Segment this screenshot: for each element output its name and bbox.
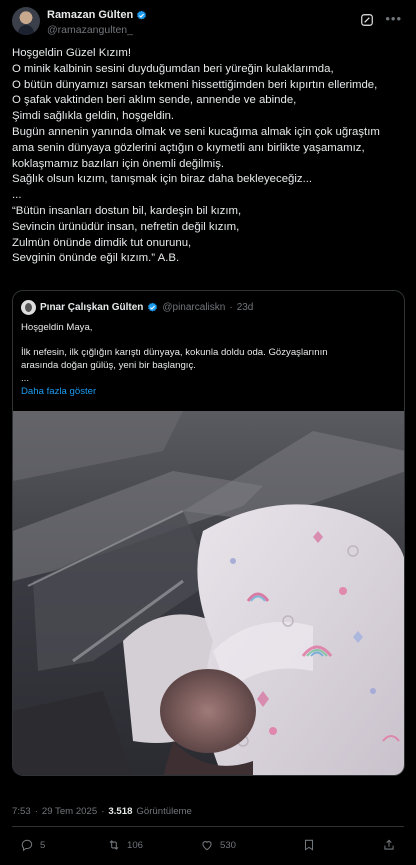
grok-icon[interactable] [360,13,374,27]
like-button[interactable]: 530 [200,838,236,852]
tweet-time[interactable]: 7:53 [12,806,31,817]
like-count: 530 [220,839,237,851]
tweet-line: Sağlık olsun kızım, tanışmak için biraz … [12,173,313,186]
bookmark-button[interactable] [302,838,316,852]
tweet-line: O minik kalbinin sesini duyduğumdan beri… [12,62,334,75]
repost-icon [109,840,119,850]
tweet-header: Ramazan Gülten @ramazangulten_ ••• [12,7,404,43]
reply-icon [21,839,33,852]
repost-count: 106 [127,839,144,851]
tweet-text: Hoşgeldin Güzel Kızım! O minik kalbinin … [12,46,406,267]
quoted-tweet-header: Pınar Çalışkan Gülten @pinarcaliskn · 23… [21,300,253,315]
divider [12,826,404,827]
tweet-line: Zulmün önünde dimdik tut onurunu, [12,236,192,249]
tweet-line: ama senin dünyaya gözlerini açtığın o kı… [12,141,365,154]
tweet-line: “Bütün insanları dostun bil, kardeşin bi… [12,204,242,217]
author-name-row: Ramazan Gülten [47,9,147,21]
tweet-line: O bütün dünyamızı sarsan tekmeni hissett… [12,78,378,91]
reply-count: 5 [40,839,46,851]
quoted-author-avatar [21,300,36,315]
tweet-date[interactable]: 29 Tem 2025 [42,806,97,817]
quoted-author-handle: @pinarcaliskn [162,302,226,313]
share-icon [384,839,394,850]
tweet-line: O şafak vaktinden beri aklım sende, anne… [12,94,297,107]
reply-button[interactable]: 5 [20,838,45,852]
verified-badge-icon [148,302,158,312]
tweet-meta: 7:53 · 29 Tem 2025 · 3.518 Görüntüleme [12,806,192,817]
bookmark-icon [304,839,314,851]
like-icon [202,841,212,851]
action-bar: 5 106 530 [12,838,404,858]
quoted-line: ... [21,372,29,384]
quoted-tweet[interactable]: Pınar Çalışkan Gülten @pinarcaliskn · 23… [12,290,405,776]
tweet-line: Sevincin ürünüdür insan, nefretin değil … [12,220,240,233]
tweet-line: Sevginin önünde eğil kızım.” A.B. [12,252,180,265]
share-button[interactable] [382,838,396,852]
tweet-line: Bugün annenin yanında olmak ve seni kuca… [12,125,380,138]
tweet-line: Hoşgeldin Güzel Kızım! [12,47,132,59]
author-avatar[interactable] [12,7,40,35]
tweet-line: ... [12,189,22,202]
verified-badge-icon [137,10,147,19]
baby-photo-image [13,411,404,775]
quoted-author-name: Pınar Çalışkan Gülten [40,302,144,313]
more-icon[interactable]: ••• [385,11,402,26]
quoted-time: 23d [236,302,254,313]
views-count: 3.518 [108,806,133,817]
baby-photo[interactable] [13,411,404,775]
tweet-line: koklaşmamız bazıları için önemli değilmi… [12,157,225,170]
tweet-line: Şimdi sağlıkla geldin, hoşgeldin. [12,110,175,123]
quoted-line: arasında doğan gülüş, yeni bir başlangıç… [21,360,196,372]
show-more-link[interactable]: Daha fazla göster [21,386,399,399]
meta-separator: · [101,806,105,817]
quoted-tweet-text: Hoşgeldin Maya, İlk nefesin, ilk çığlığı… [21,322,399,398]
quoted-line: Hoşgeldin Maya, [21,322,93,333]
quoted-separator: · [229,302,233,313]
quoted-line: İlk nefesin, ilk çığlığın karıştı dünyay… [21,347,328,359]
author-handle[interactable]: @ramazangulten_ [47,24,133,36]
meta-separator: · [34,806,38,817]
repost-button[interactable]: 106 [107,838,143,852]
views-label: Görüntüleme [136,806,192,817]
author-display-name[interactable]: Ramazan Gülten [47,9,133,21]
